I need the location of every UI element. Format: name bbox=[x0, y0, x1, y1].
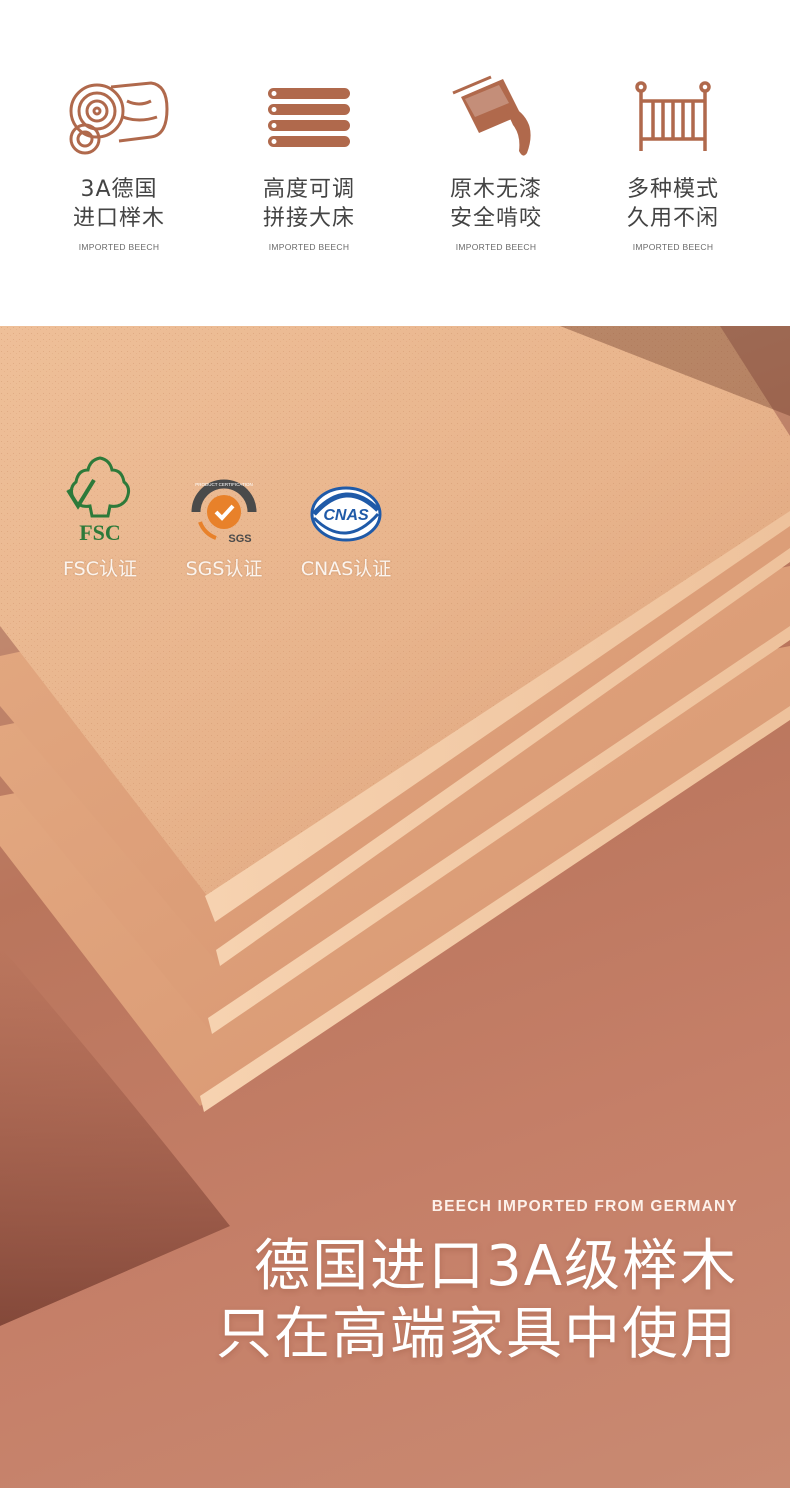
caption-english: BEECH IMPORTED FROM GERMANY bbox=[431, 1198, 738, 1215]
feature-title-line1: 原木无漆 bbox=[449, 177, 542, 202]
feature-adjustable-height: 高度可调 拼接大床 IMPORTED BEECH bbox=[219, 74, 399, 252]
svg-text:SGS: SGS bbox=[228, 533, 251, 544]
cert-label: CNAS认证 bbox=[300, 558, 392, 580]
feature-no-paint: 原木无漆 安全啃咬 IMPORTED BEECH bbox=[406, 74, 586, 252]
feature-title-line2: 拼接大床 bbox=[262, 206, 355, 231]
feature-title-line1: 3A德国 bbox=[80, 177, 158, 202]
feature-title-line1: 高度可调 bbox=[262, 177, 355, 202]
stacked-boards-icon bbox=[219, 74, 399, 160]
feature-title-line2: 安全啃咬 bbox=[449, 206, 542, 231]
cert-sgs: SGS PRODUCT CERTIFICATION SGS认证 bbox=[159, 454, 289, 581]
features-section: 3A德国 进口榉木 IMPORTED BEECH 高度可调 拼接大床 IMPOR… bbox=[0, 0, 790, 326]
svg-text:FSC: FSC bbox=[79, 520, 121, 544]
feature-subtitle: IMPORTED BEECH bbox=[268, 242, 350, 252]
fsc-logo: FSC bbox=[35, 454, 165, 544]
headline-line2: 只在高端家具中使用 bbox=[216, 1302, 738, 1367]
feature-title-line1: 多种模式 bbox=[626, 177, 719, 202]
svg-text:CNAS: CNAS bbox=[323, 507, 369, 524]
feature-title-line2: 进口榉木 bbox=[72, 206, 165, 231]
feature-subtitle: IMPORTED BEECH bbox=[78, 242, 160, 252]
cert-label: SGS认证 bbox=[185, 558, 263, 580]
crib-icon bbox=[583, 74, 763, 160]
hero-beech-boards: FSC FSC认证 SGS PRODUCT CERTIFICATION SGS认… bbox=[0, 326, 790, 1488]
feature-title-line2: 久用不闲 bbox=[626, 206, 719, 231]
svg-text:PRODUCT CERTIFICATION: PRODUCT CERTIFICATION bbox=[195, 482, 253, 487]
wood-log-icon bbox=[29, 74, 209, 160]
feature-subtitle: IMPORTED BEECH bbox=[455, 242, 537, 252]
feature-subtitle: IMPORTED BEECH bbox=[632, 242, 714, 252]
cert-fsc: FSC FSC认证 bbox=[35, 454, 165, 581]
paint-bucket-icon bbox=[406, 74, 586, 160]
headline-line1: 德国进口3A级榉木 bbox=[254, 1234, 738, 1299]
sgs-logo: SGS PRODUCT CERTIFICATION bbox=[159, 454, 289, 544]
cnas-logo: CNAS bbox=[281, 454, 411, 544]
cert-cnas: CNAS CNAS认证 bbox=[281, 454, 411, 581]
feature-imported-beech: 3A德国 进口榉木 IMPORTED BEECH bbox=[29, 74, 209, 252]
feature-multi-mode: 多种模式 久用不闲 IMPORTED BEECH bbox=[583, 74, 763, 252]
cert-label: FSC认证 bbox=[63, 558, 137, 580]
